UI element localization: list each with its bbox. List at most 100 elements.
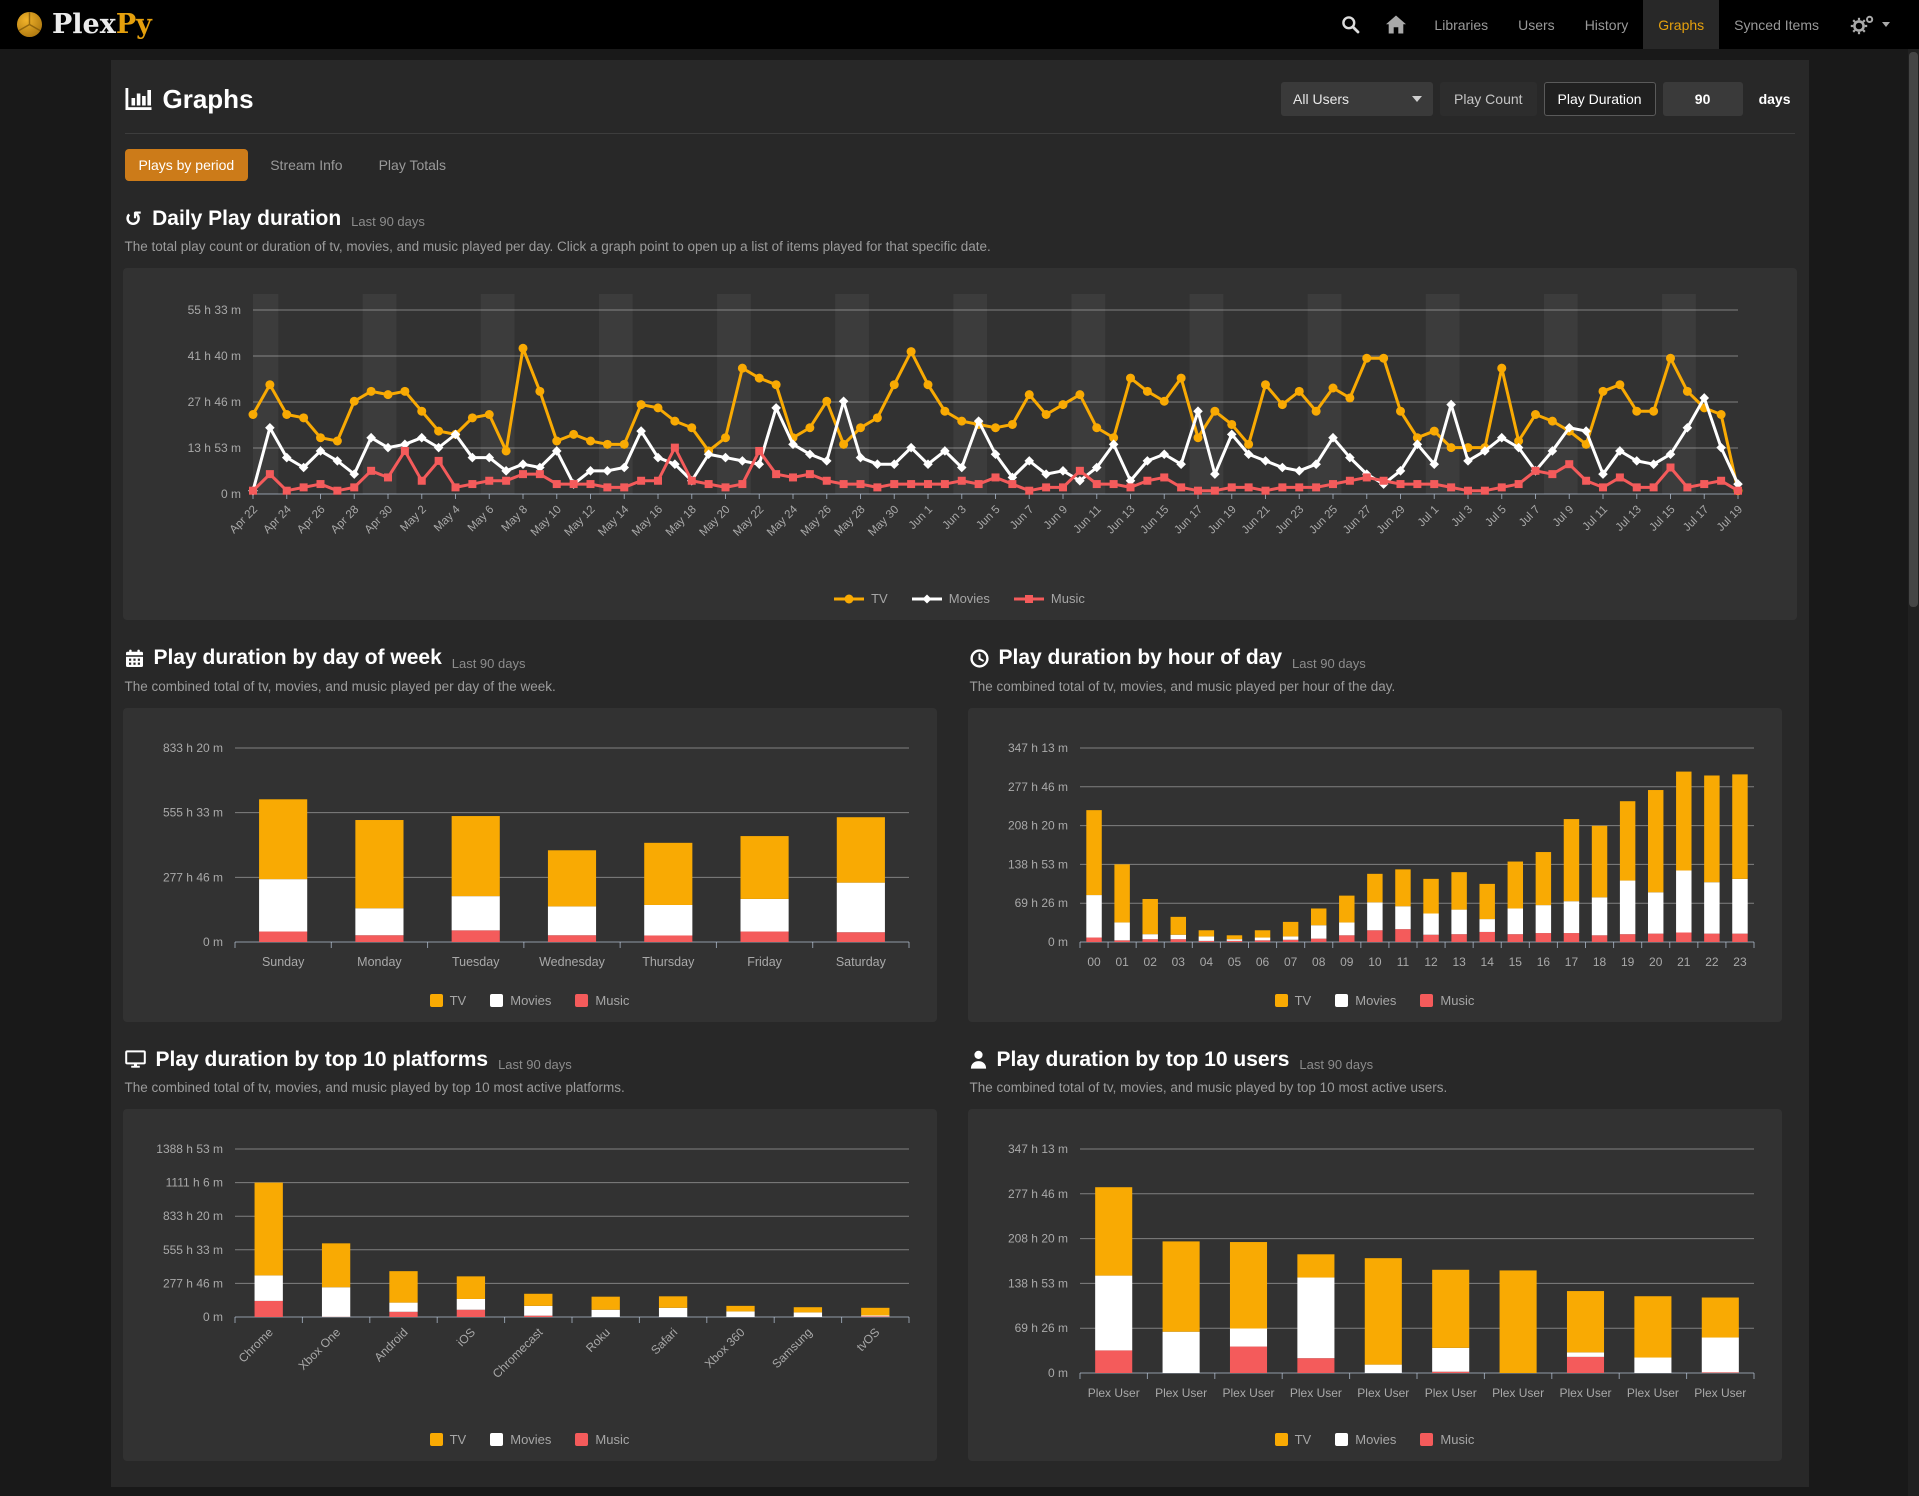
play-duration-button[interactable]: Play Duration [1544,82,1656,116]
bar-music[interactable] [1563,933,1578,942]
point-tv[interactable] [1362,354,1371,363]
brand-logo[interactable]: PlexPy [16,9,152,40]
bar-music[interactable] [1619,934,1634,942]
point-tv[interactable] [822,397,831,406]
bar-movies[interactable] [1704,882,1719,933]
legend-item-movies[interactable]: Movies [490,993,551,1008]
point-music[interactable] [350,483,358,491]
bar-tv[interactable] [1364,1258,1401,1364]
bar-tv[interactable] [1423,878,1438,913]
point-tv[interactable] [1396,407,1405,416]
point-tv[interactable] [687,423,696,432]
point-music[interactable] [1430,480,1438,488]
point-music[interactable] [1649,483,1657,491]
point-tv[interactable] [1345,393,1354,402]
bar-movies[interactable] [254,1275,282,1301]
point-music[interactable] [586,480,594,488]
bar-movies[interactable] [1432,1348,1469,1372]
point-tv[interactable] [518,344,527,353]
bar-music[interactable] [1451,934,1466,942]
legend-item-music[interactable]: Music [575,993,629,1008]
point-music[interactable] [333,487,341,495]
search-button[interactable] [1328,0,1373,49]
nav-item-synced-items[interactable]: Synced Items [1719,0,1834,49]
point-music[interactable] [249,487,257,495]
point-music[interactable] [738,480,746,488]
users-chart[interactable]: 0 m69 h 26 m138 h 53 m208 h 20 m277 h 46… [980,1121,1770,1421]
bar-movies[interactable] [861,1315,889,1316]
point-tv[interactable] [1716,410,1725,419]
point-tv[interactable] [1092,423,1101,432]
bar-movies[interactable] [1423,913,1438,934]
point-music[interactable] [1059,483,1067,491]
point-tv[interactable] [434,427,443,436]
point-music[interactable] [1278,483,1286,491]
point-tv[interactable] [1024,390,1033,399]
bar-movies[interactable] [1198,936,1213,940]
point-music[interactable] [805,470,813,478]
point-tv[interactable] [602,440,611,449]
bar-tv[interactable] [644,842,692,904]
tab-play-totals[interactable]: Play Totals [365,149,460,181]
point-music[interactable] [299,483,307,491]
point-tv[interactable] [1446,443,1455,452]
bar-music[interactable] [1339,935,1354,942]
point-tv[interactable] [1176,374,1185,383]
bar-tv[interactable] [1142,898,1157,933]
bar-music[interactable] [1142,939,1157,942]
bar-tv[interactable] [321,1243,349,1287]
point-music[interactable] [603,483,611,491]
point-tv[interactable] [316,433,325,442]
point-tv[interactable] [1227,420,1236,429]
bar-tv[interactable] [1395,869,1410,906]
point-tv[interactable] [839,440,848,449]
point-tv[interactable] [1261,380,1270,389]
bar-movies[interactable] [259,879,307,931]
bar-movies[interactable] [591,1310,619,1317]
bar-music[interactable] [451,930,499,942]
bar-movies[interactable] [793,1312,821,1317]
point-tv[interactable] [282,410,291,419]
legend-item-movies[interactable]: Movies [912,591,990,606]
bar-music[interactable] [1229,1347,1266,1373]
bar-movies[interactable] [1732,878,1747,933]
point-music[interactable] [670,444,678,452]
point-music[interactable] [1480,487,1488,495]
point-tv[interactable] [586,437,595,446]
bar-tv[interactable] [254,1183,282,1276]
point-music[interactable] [400,447,408,455]
bar-music[interactable] [1507,934,1522,942]
point-tv[interactable] [1311,407,1320,416]
point-tv[interactable] [754,374,763,383]
point-tv[interactable] [400,387,409,396]
bar-movies[interactable] [355,908,403,935]
bar-movies[interactable] [1367,902,1382,930]
bar-music[interactable] [1535,933,1550,942]
point-tv[interactable] [1244,440,1253,449]
bar-music[interactable] [1395,929,1410,942]
bar-tv[interactable] [1701,1298,1738,1338]
bar-tv[interactable] [1676,771,1691,870]
point-music[interactable] [907,480,915,488]
point-tv[interactable] [248,410,257,419]
point-music[interactable] [1042,483,1050,491]
point-music[interactable] [265,470,273,478]
bar-tv[interactable] [740,836,788,899]
point-music[interactable] [1109,480,1117,488]
bar-tv[interactable] [726,1306,754,1312]
point-movies[interactable] [1260,456,1270,466]
point-tv[interactable] [467,413,476,422]
point-music[interactable] [822,477,830,485]
point-tv[interactable] [552,437,561,446]
point-music[interactable] [620,483,628,491]
point-tv[interactable] [991,423,1000,432]
bar-music[interactable] [836,932,884,942]
point-music[interactable] [721,483,729,491]
bar-movies[interactable] [1619,880,1634,934]
point-music[interactable] [1413,480,1421,488]
bar-music[interactable] [1095,1350,1132,1373]
point-music[interactable] [873,483,881,491]
bar-music[interactable] [1647,933,1662,941]
point-tv[interactable] [1193,433,1202,442]
point-music[interactable] [1464,487,1472,495]
